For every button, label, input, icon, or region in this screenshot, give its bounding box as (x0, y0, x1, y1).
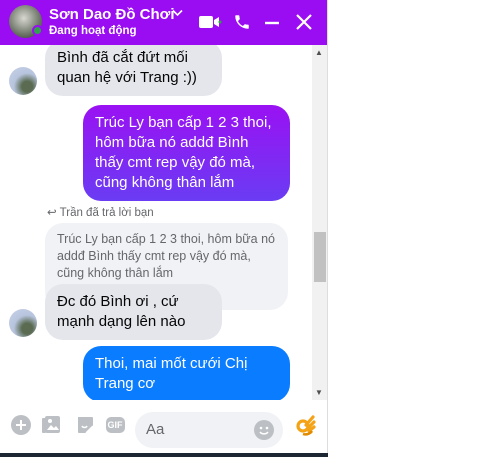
composer: GIF Aa (0, 400, 327, 453)
close-icon[interactable] (292, 10, 316, 34)
scrollbar-thumb[interactable] (314, 232, 326, 282)
photo-icon[interactable] (40, 414, 62, 436)
chat-window: Sơn Dao Đồ Chơi Đang hoạt động Bình đã c… (0, 0, 328, 453)
scrollbar[interactable]: ▲ ▼ (312, 45, 327, 400)
message-input[interactable]: Aa (135, 412, 283, 448)
phone-call-icon[interactable] (230, 10, 254, 34)
contact-name[interactable]: Sơn Dao Đồ Chơi (49, 6, 175, 23)
message-sent[interactable]: Thoi, mai mốt cưới Chị Trang cơ (83, 346, 290, 400)
window-bottom-edge (0, 453, 328, 457)
message-received[interactable]: Đc đó Bình ơi , cứ mạnh dạng lên nào (45, 284, 222, 340)
emoji-icon[interactable] (254, 420, 274, 440)
reply-arrow-icon: ↩ (47, 207, 57, 219)
contact-avatar (9, 309, 37, 337)
add-icon[interactable] (10, 414, 32, 436)
scroll-down-arrow[interactable]: ▼ (315, 388, 323, 397)
minimize-icon[interactable] (260, 10, 284, 34)
active-status: Đang hoạt động (49, 25, 137, 37)
message-sent[interactable]: Trúc Ly bạn cấp 1 2 3 thoi, hôm bữa nó a… (83, 105, 290, 201)
online-indicator (32, 25, 43, 36)
message-placeholder: Aa (146, 421, 165, 438)
gif-label: GIF (105, 417, 125, 433)
scroll-up-arrow[interactable]: ▲ (315, 48, 323, 57)
reply-label: ↩ Trần đã trả lời bạn (47, 205, 154, 219)
chat-header: Sơn Dao Đồ Chơi Đang hoạt động (0, 0, 327, 45)
contact-avatar (9, 67, 37, 95)
reply-label-text: Trần đã trả lời bạn (59, 207, 154, 219)
message-list: Bình đã cắt đứt mối quan hệ với Trang :)… (0, 45, 327, 400)
ok-hand-icon[interactable] (294, 412, 318, 436)
sticker-icon[interactable] (74, 414, 96, 436)
chevron-down-icon[interactable] (172, 8, 183, 20)
message-received[interactable]: Bình đã cắt đứt mối quan hệ với Trang :)… (45, 45, 222, 96)
video-call-icon[interactable] (198, 10, 222, 34)
gif-icon[interactable]: GIF (104, 414, 126, 436)
